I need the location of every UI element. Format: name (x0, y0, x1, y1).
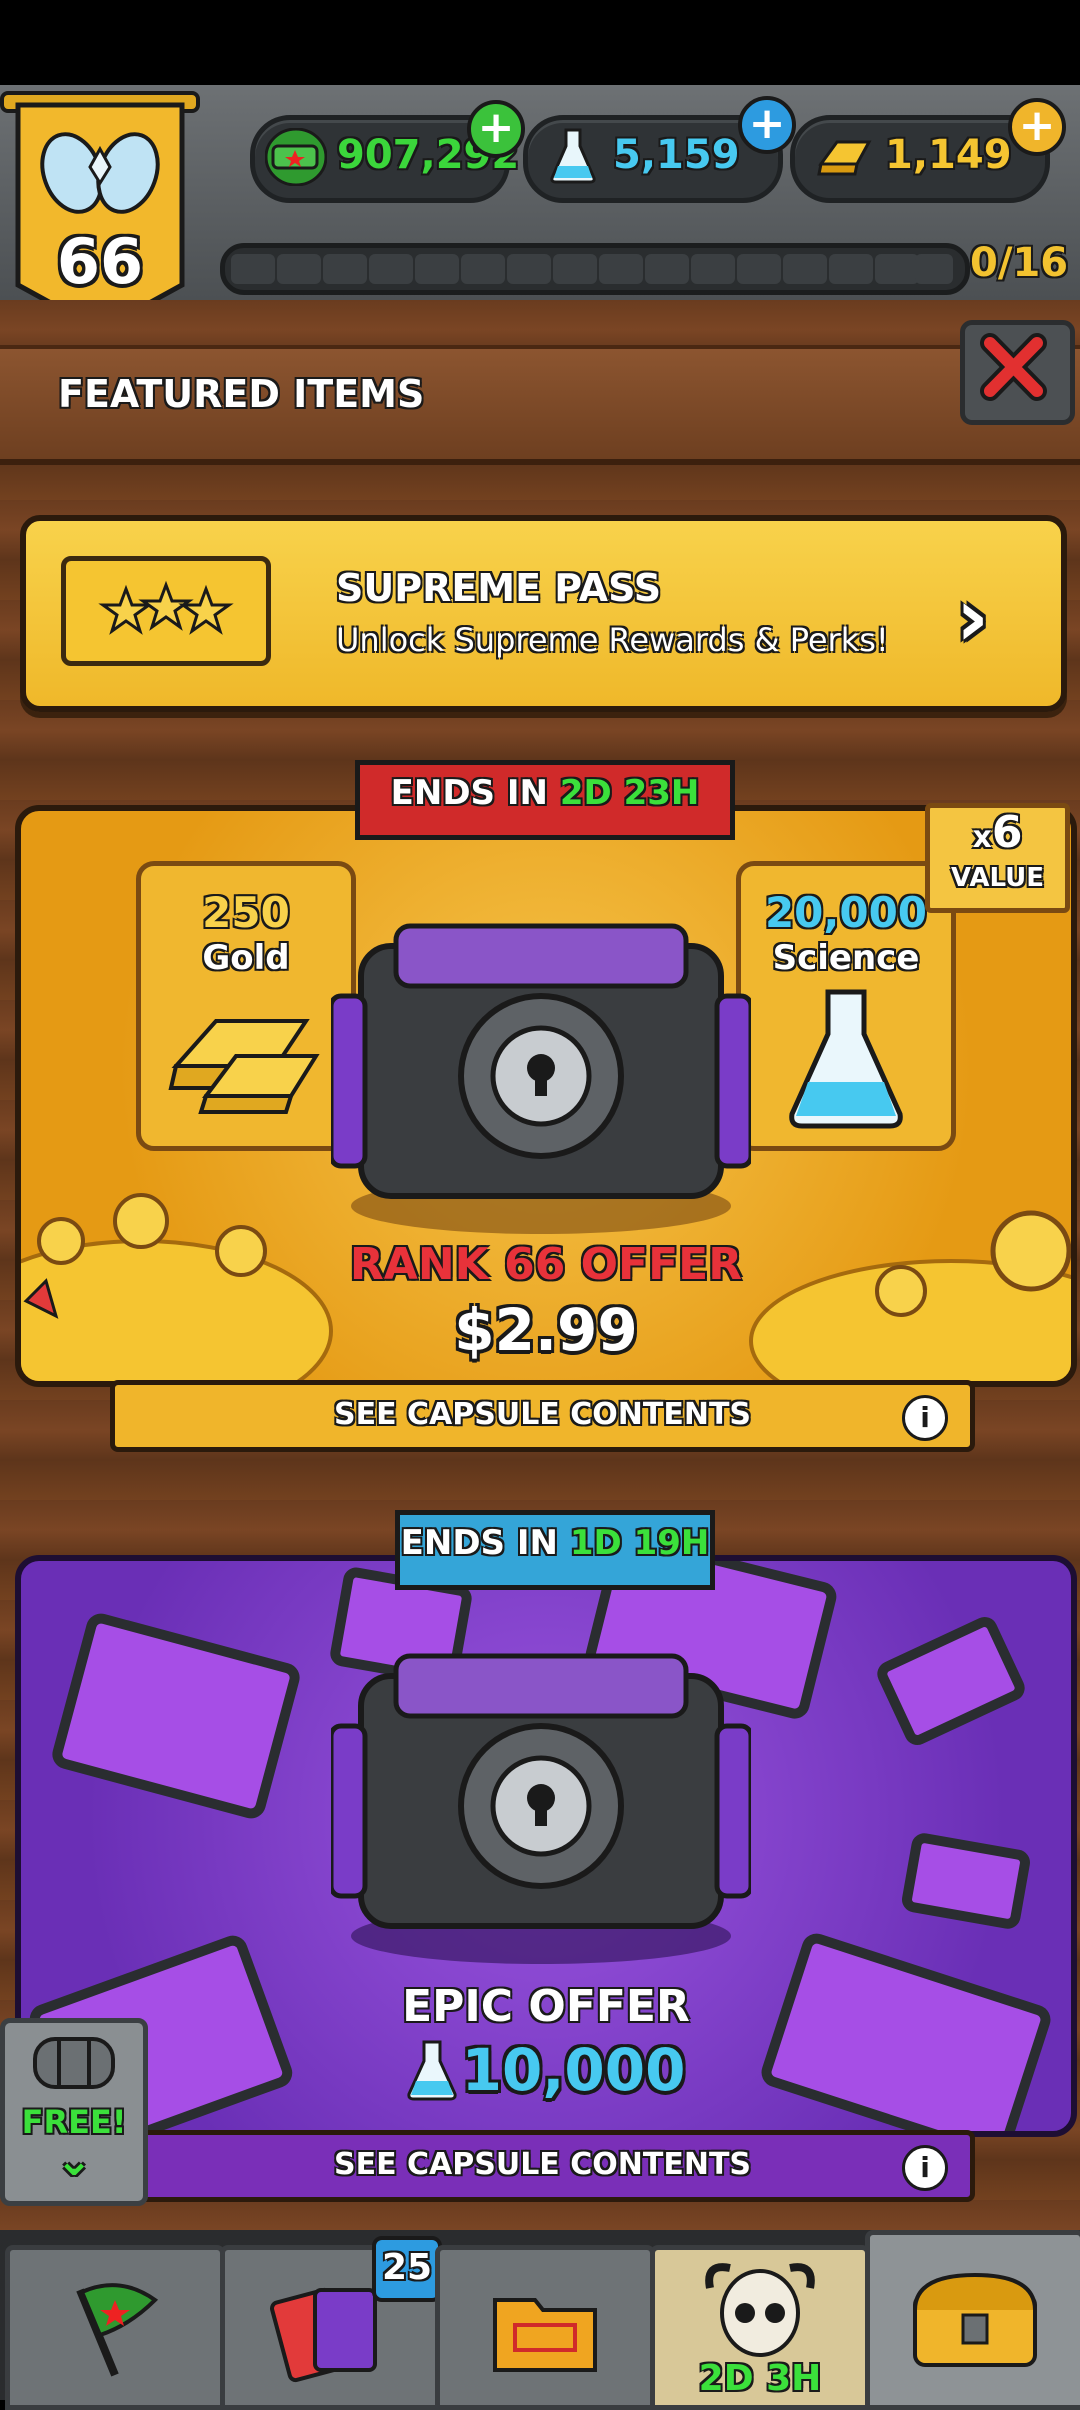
free-chest-button[interactable]: FREE! ⌄ (0, 2018, 148, 2206)
rank-progress-label: 0/16 (970, 240, 1069, 286)
capsule-chest-image (331, 1653, 751, 1964)
treasure-chest-icon (913, 2272, 1037, 2367)
value-multiplier-badge: x6 VALUE (925, 803, 1070, 913)
rank-progress-bar (220, 243, 970, 295)
flask-icon (406, 2040, 457, 2101)
flask-icon (789, 989, 903, 1129)
ends-in-label: ENDS IN (390, 773, 548, 813)
rank-number: 66 (56, 225, 144, 298)
supreme-ticket-icon (61, 556, 271, 666)
add-cash-button[interactable]: + (467, 100, 525, 158)
multiplier-prefix: x (972, 820, 992, 855)
skull-icon (705, 2263, 815, 2357)
ends-days: 2D (559, 773, 612, 813)
gold-reward-label: Gold (202, 938, 290, 978)
close-icon (980, 333, 1047, 401)
flag-icon (76, 2283, 159, 2377)
add-science-button[interactable]: + (738, 96, 796, 154)
cash-icon (265, 128, 327, 186)
page-title: FEATURED ITEMS (58, 372, 425, 416)
event-timer: 2D 3H (698, 2358, 822, 2399)
barrel-chest-icon (33, 2037, 115, 2089)
epic-offer-timer-ribbon: ENDS IN 1D 19H (395, 1510, 715, 1590)
ends-hours: 23H (623, 773, 700, 813)
info-icon[interactable]: i (902, 2145, 948, 2191)
science-reward-card: 20,000 Science (736, 861, 956, 1151)
nav-tab-event[interactable]: 2D 3H (650, 2245, 870, 2410)
supreme-pass-subtitle: Unlock Supreme Rewards & Perks! (336, 621, 889, 659)
epic-offer-card[interactable]: EPIC OFFER 10,000 (15, 1555, 1077, 2137)
ends-hours: 19H (633, 1523, 710, 1563)
flask-icon (550, 128, 596, 184)
folder-icon (493, 2298, 597, 2372)
see-capsule-contents-button[interactable]: SEE CAPSULE CONTENTS i (110, 2130, 975, 2202)
multiplier-value: 6 (991, 807, 1023, 858)
info-icon[interactable]: i (902, 1395, 948, 1441)
bottom-nav: 25 2D 3H (0, 2230, 1080, 2410)
rank-offer-timer-ribbon: ENDS IN 2D 23H (355, 760, 735, 840)
nav-tab-missions[interactable] (435, 2245, 655, 2410)
science-value: 5,159 (613, 132, 740, 178)
capsule-chest-image (331, 923, 751, 1234)
rank-offer-title: RANK 66 OFFER (349, 1239, 743, 1290)
gold-reward-card: 250 Gold (136, 861, 356, 1151)
multiplier-label: VALUE (951, 863, 1044, 893)
nav-tab-campaign[interactable] (5, 2245, 225, 2410)
gold-bar-icon (817, 140, 872, 176)
science-reward-amount: 20,000 (764, 888, 928, 937)
supreme-pass-banner[interactable]: SUPREME PASS Unlock Supreme Rewards & Pe… (20, 515, 1067, 712)
gold-value: 1,149 (885, 132, 1012, 178)
close-button[interactable] (960, 320, 1075, 425)
chevron-down-icon: ⌄ (55, 2135, 93, 2186)
epic-offer-title: EPIC OFFER (402, 1981, 690, 2032)
epic-offer-price[interactable]: 10,000 (21, 2036, 1071, 2104)
gold-bars-icon (168, 1019, 320, 1114)
chevron-right-icon: › (956, 571, 989, 664)
add-gold-button[interactable]: + (1008, 98, 1066, 156)
cards-badge: 25 (372, 2236, 442, 2302)
see-capsule-contents-button[interactable]: SEE CAPSULE CONTENTS i (110, 1380, 975, 1452)
rank-offer-card[interactable]: 250 Gold 20,000 Science RANK 66 OFFER $2… (15, 805, 1077, 1387)
supreme-pass-title: SUPREME PASS (336, 566, 662, 610)
nav-tab-shop[interactable] (865, 2230, 1080, 2410)
ends-days: 1D (569, 1523, 622, 1563)
see-capsule-contents-label: SEE CAPSULE CONTENTS (333, 2147, 752, 2182)
see-capsule-contents-label: SEE CAPSULE CONTENTS (333, 1397, 752, 1432)
gold-reward-amount: 250 (202, 888, 290, 937)
rank-offer-price[interactable]: $2.99 (21, 1296, 1071, 1364)
ends-in-label: ENDS IN (400, 1523, 558, 1563)
science-reward-label: Science (772, 938, 920, 978)
epic-offer-price-value: 10,000 (461, 2036, 686, 2104)
rank-badge[interactable]: 66 (0, 85, 200, 335)
